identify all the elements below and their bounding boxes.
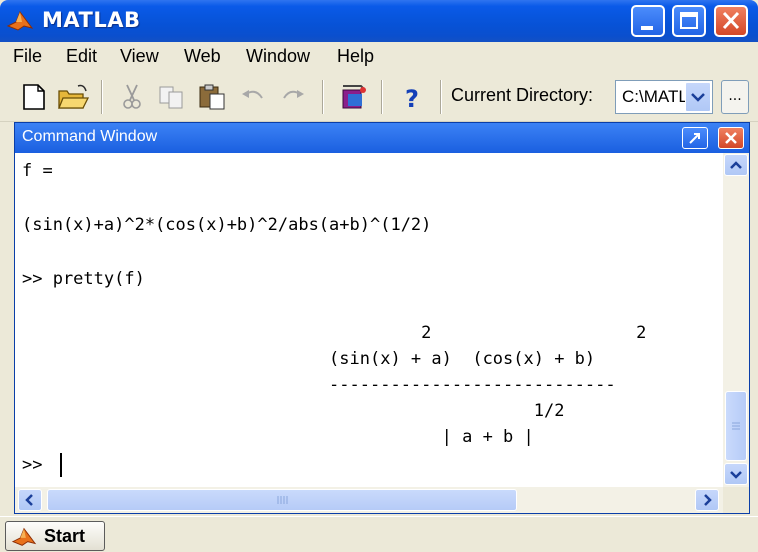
grip-icon (277, 496, 288, 504)
toolbar-separator (381, 80, 383, 114)
prompt-line: >> pretty(f) (22, 269, 145, 289)
new-file-icon (23, 84, 45, 110)
chevron-right-icon (704, 494, 712, 506)
scroll-right-button[interactable] (695, 489, 719, 511)
help-button[interactable]: ? (397, 82, 429, 112)
output-line: (sin(x)+a)^2*(cos(x)+b)^2/abs(a+b)^(1/2) (22, 215, 432, 235)
close-icon (725, 132, 737, 144)
redo-icon (283, 90, 304, 99)
scroll-left-button[interactable] (18, 489, 42, 511)
undo-button[interactable] (238, 82, 270, 112)
toolbar-separator (322, 80, 324, 114)
chevron-down-icon (730, 471, 742, 479)
menu-view[interactable]: View (120, 46, 159, 67)
menu-edit[interactable]: Edit (66, 46, 97, 67)
grip-icon (732, 422, 740, 430)
help-icon: ? (405, 85, 419, 112)
svg-text:?: ? (405, 85, 419, 112)
vertical-scrollbar[interactable] (723, 153, 749, 487)
open-file-button[interactable] (56, 82, 90, 112)
browse-directory-button[interactable]: ... (721, 80, 749, 114)
new-file-button[interactable] (18, 82, 50, 112)
menu-window[interactable]: Window (246, 46, 310, 67)
start-label: Start (44, 526, 86, 546)
minimize-button[interactable] (631, 5, 665, 37)
undock-arrow-icon (689, 133, 700, 144)
chevron-left-icon (25, 494, 33, 506)
cut-button[interactable] (116, 82, 148, 112)
undock-button[interactable] (682, 127, 708, 149)
close-icon (722, 11, 740, 30)
copy-icon (159, 86, 183, 109)
menu-file[interactable]: File (13, 46, 42, 67)
chevron-down-icon (691, 93, 705, 102)
command-window: Command Window f = (sin(x)+a)^2*(cos(x)+… (14, 122, 750, 514)
paste-icon (199, 84, 225, 110)
maximize-icon (680, 12, 698, 29)
toolbar-separator (101, 80, 103, 114)
toolbar: ? Current Directory: C:\MATLAB ... (0, 72, 758, 122)
matlab-logo-icon (11, 527, 37, 546)
pretty-root-exponent-line: 1/2 (22, 401, 565, 421)
start-bar: Start (0, 516, 758, 552)
simulink-icon (342, 85, 366, 109)
simulink-button[interactable] (337, 82, 369, 112)
command-window-title: Command Window (22, 128, 158, 145)
redo-button[interactable] (276, 82, 308, 112)
cut-icon (123, 84, 141, 109)
command-output[interactable]: f = (sin(x)+a)^2*(cos(x)+b)^2/abs(a+b)^(… (15, 153, 723, 487)
current-directory-value: C:\MATLAB (622, 87, 686, 106)
close-button[interactable] (714, 5, 748, 37)
chevron-up-icon (730, 161, 742, 169)
scroll-corner (723, 487, 749, 513)
output-line: f = (22, 161, 53, 181)
horizontal-scrollbar[interactable] (15, 487, 723, 513)
window-title: MATLAB (42, 8, 141, 32)
matlab-logo-icon (6, 10, 34, 31)
scroll-down-button[interactable] (724, 463, 748, 485)
minimize-icon (641, 26, 653, 30)
scroll-up-button[interactable] (724, 154, 748, 176)
pretty-numerator-line: (sin(x) + a) (cos(x) + b) (22, 349, 596, 369)
menu-help[interactable]: Help (337, 46, 374, 67)
pretty-denominator-line: | a + b | (22, 427, 534, 447)
vertical-scroll-thumb[interactable] (725, 391, 747, 461)
command-window-close-button[interactable] (718, 127, 744, 149)
start-button[interactable]: Start (5, 521, 105, 551)
menu-bar: File Edit View Web Window Help (0, 42, 758, 72)
command-window-titlebar: Command Window (15, 123, 749, 153)
undo-icon (242, 90, 263, 99)
menu-web[interactable]: Web (184, 46, 221, 67)
current-directory-combo[interactable]: C:\MATLAB (615, 80, 713, 114)
copy-button[interactable] (156, 82, 188, 112)
maximize-button[interactable] (672, 5, 706, 37)
text-cursor (60, 453, 62, 477)
pretty-fraction-bar: ---------------------------- (22, 375, 616, 395)
paste-button[interactable] (196, 82, 228, 112)
horizontal-scroll-thumb[interactable] (47, 489, 517, 511)
pretty-exponent-line: 2 2 (22, 323, 647, 343)
current-directory-dropdown-button[interactable] (685, 82, 711, 112)
toolbar-separator (440, 80, 442, 114)
current-directory-label: Current Directory: (451, 85, 594, 105)
open-folder-icon (58, 84, 90, 109)
title-bar: MATLAB (0, 0, 758, 42)
active-prompt: >> (22, 455, 53, 475)
